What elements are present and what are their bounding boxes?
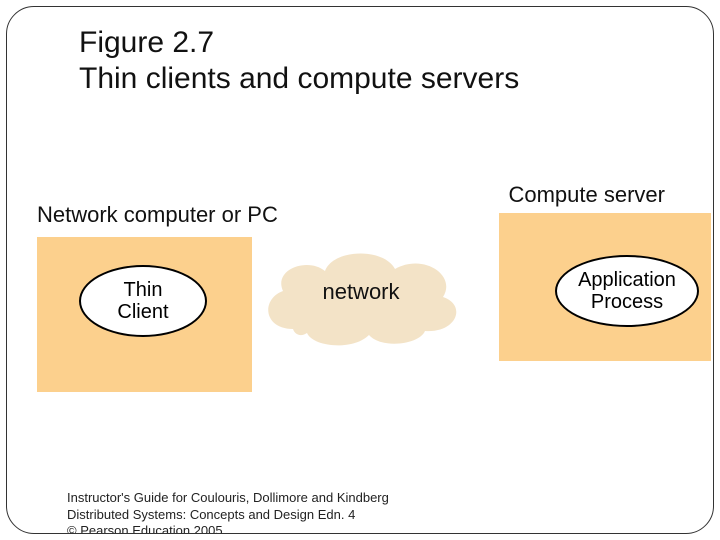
network-label: network: [253, 279, 469, 305]
right-group-label: Compute server: [508, 182, 665, 208]
thin-client-node: Thin Client: [79, 265, 207, 337]
thin-client-text: Thin Client: [117, 279, 168, 323]
slide-frame: Figure 2.7 Thin clients and compute serv…: [6, 6, 714, 534]
footer-line-1: Instructor's Guide for Coulouris, Dollim…: [67, 490, 407, 523]
figure-title-block: Figure 2.7 Thin clients and compute serv…: [79, 25, 519, 97]
left-group-label: Network computer or PC: [37, 202, 278, 228]
application-process-node: Application Process: [555, 255, 699, 327]
figure-number: Figure 2.7: [79, 25, 519, 61]
figure-title: Thin clients and compute servers: [79, 61, 519, 97]
footer-line-2: © Pearson Education 2005: [67, 523, 407, 534]
slide-footer: Instructor's Guide for Coulouris, Dollim…: [67, 490, 407, 534]
application-process-text: Application Process: [578, 269, 676, 313]
